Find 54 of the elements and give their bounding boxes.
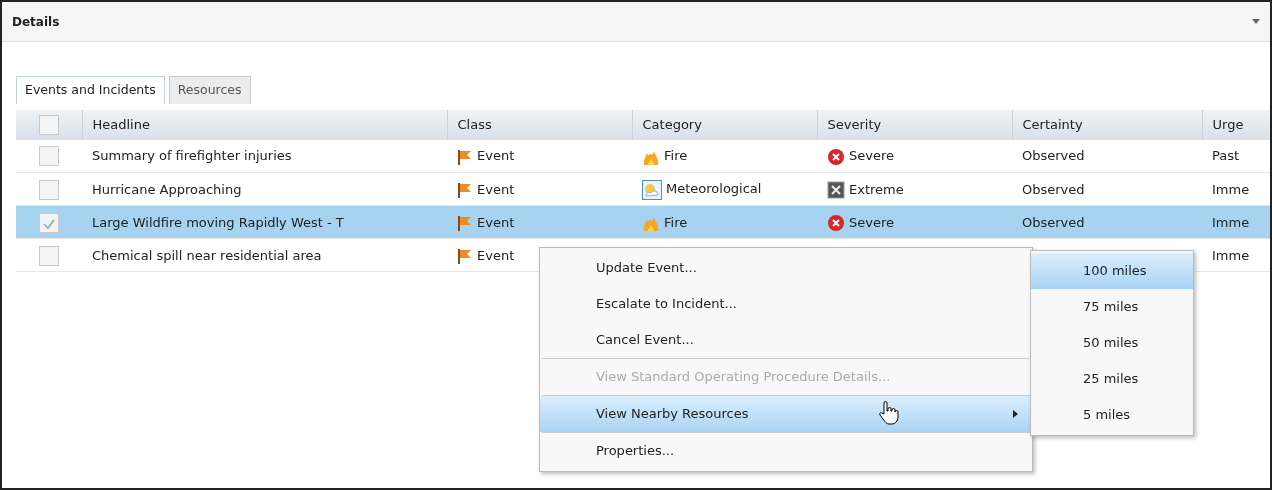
cell-text: Imme bbox=[1212, 214, 1250, 230]
flag-icon bbox=[457, 248, 473, 264]
flag-icon bbox=[457, 215, 473, 231]
checkbox[interactable] bbox=[39, 179, 59, 200]
cell-text: Observed bbox=[1022, 214, 1085, 230]
column-header[interactable]: Headline bbox=[92, 117, 150, 132]
menu-item[interactable]: View Nearby Resources bbox=[540, 396, 1032, 432]
cell-text: Severe bbox=[849, 148, 894, 164]
cell-text: Imme bbox=[1212, 181, 1250, 197]
checkbox[interactable] bbox=[39, 212, 59, 233]
column-header[interactable]: Category bbox=[642, 117, 702, 132]
column-header[interactable]: Certainty bbox=[1022, 117, 1083, 132]
cell-text: Event bbox=[477, 214, 515, 230]
menu-item[interactable]: 25 miles bbox=[1031, 361, 1193, 397]
hand-cursor-icon bbox=[878, 400, 900, 426]
menu-item[interactable]: Update Event... bbox=[540, 250, 1032, 286]
error-circle-icon bbox=[827, 147, 845, 166]
flag-icon bbox=[457, 148, 473, 165]
cell-text: Chemical spill near residential area bbox=[92, 247, 322, 263]
cell-text: Fire bbox=[664, 214, 688, 230]
cell-text: Event bbox=[477, 148, 515, 164]
menu-item[interactable]: 50 miles bbox=[1031, 325, 1193, 361]
menu-item[interactable]: Cancel Event... bbox=[540, 322, 1032, 358]
cell-text: Large Wildfire moving Rapidly West - T bbox=[92, 214, 344, 230]
cell-text: Observed bbox=[1022, 148, 1085, 164]
cell-text: Event bbox=[477, 181, 515, 197]
cell-text: Meteorological bbox=[666, 181, 762, 196]
tab[interactable]: Resources bbox=[168, 76, 251, 104]
menu-item[interactable]: 5 miles bbox=[1031, 397, 1193, 433]
flag-icon bbox=[457, 182, 473, 198]
sun-cloud-icon bbox=[642, 179, 662, 200]
x-square-icon bbox=[827, 181, 845, 199]
cell-text: Event bbox=[477, 247, 515, 263]
menu-item[interactable]: 100 miles bbox=[1031, 253, 1193, 289]
cell-text: Imme bbox=[1212, 247, 1250, 263]
cell-text: Severe bbox=[849, 214, 894, 230]
column-header[interactable]: Class bbox=[457, 117, 492, 132]
cell-text: Extreme bbox=[849, 181, 904, 197]
checkbox[interactable] bbox=[39, 245, 59, 266]
cell-text: Fire bbox=[664, 148, 688, 164]
cell-text: Observed bbox=[1022, 181, 1085, 197]
panel-title: Details bbox=[12, 13, 60, 31]
cell-text: Past bbox=[1212, 148, 1240, 164]
menu-item[interactable]: Properties... bbox=[540, 433, 1032, 469]
cell-text: Summary of firefighter injuries bbox=[92, 148, 292, 164]
menu-item[interactable]: Escalate to Incident... bbox=[540, 286, 1032, 322]
menu-item[interactable]: 75 miles bbox=[1031, 289, 1193, 325]
tab[interactable]: Events and Incidents bbox=[16, 76, 165, 104]
error-circle-icon bbox=[827, 214, 845, 232]
checkbox[interactable] bbox=[39, 146, 59, 167]
column-header[interactable]: Severity bbox=[827, 117, 882, 132]
cell-text: Hurricane Approaching bbox=[92, 181, 242, 197]
collapse-caret-icon[interactable] bbox=[1252, 19, 1260, 24]
checkbox[interactable] bbox=[38, 115, 59, 135]
